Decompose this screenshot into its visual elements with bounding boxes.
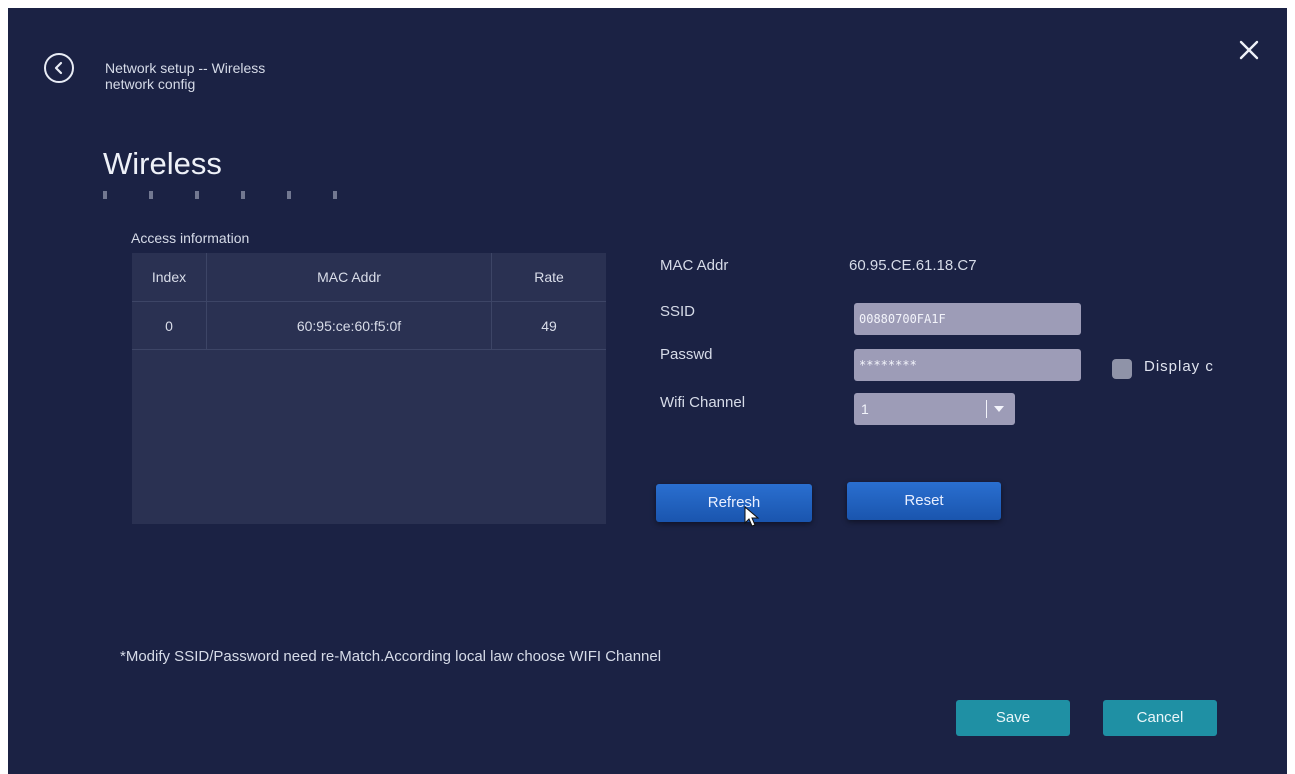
- chevron-left-icon: [54, 61, 63, 75]
- wifi-channel-label: Wifi Channel: [660, 394, 746, 411]
- back-button[interactable]: [44, 53, 74, 83]
- cancel-button[interactable]: Cancel: [1103, 700, 1217, 736]
- reset-button[interactable]: Reset: [847, 482, 1001, 520]
- close-icon: [1239, 40, 1259, 60]
- passwd-label: Passwd: [660, 346, 713, 363]
- cell-mac: 60:95:ce:60:f5:0f: [206, 301, 492, 350]
- refresh-button[interactable]: Refresh: [656, 484, 812, 522]
- cell-index: 0: [132, 301, 207, 350]
- breadcrumb: Network setup -- Wireless network config: [105, 60, 265, 92]
- title-divider: [103, 191, 363, 199]
- wifi-channel-select[interactable]: 1: [854, 393, 1015, 425]
- breadcrumb-line-2: network config: [105, 76, 196, 92]
- mouse-pointer-icon: [744, 506, 760, 527]
- display-password-label: Display c: [1144, 358, 1214, 375]
- column-header-index: Index: [132, 253, 207, 302]
- ssid-label: SSID: [660, 303, 696, 320]
- caret-down-icon: [994, 406, 1004, 412]
- footnote: *Modify SSID/Password need re-Match.Acco…: [120, 648, 662, 665]
- cell-rate: 49: [491, 301, 606, 350]
- wireless-config-window: Network setup -- Wireless network config…: [8, 8, 1287, 774]
- page-title: Wireless: [103, 146, 222, 181]
- access-info-label: Access information: [131, 230, 250, 246]
- save-button[interactable]: Save: [956, 700, 1070, 736]
- wifi-channel-value: 1: [861, 401, 869, 417]
- close-button[interactable]: [1237, 38, 1261, 62]
- select-separator: [986, 400, 987, 418]
- mac-addr-value: 60.95.CE.61.18.C7: [849, 257, 977, 274]
- ssid-input[interactable]: 00880700FA1F: [854, 303, 1081, 335]
- column-header-rate: Rate: [491, 253, 606, 302]
- access-table: Index MAC Addr Rate 0 60:95:ce:60:f5:0f …: [132, 253, 606, 524]
- table-row[interactable]: 0 60:95:ce:60:f5:0f 49: [132, 301, 606, 350]
- table-header-row: Index MAC Addr Rate: [132, 253, 606, 302]
- breadcrumb-line-1: Network setup -- Wireless: [105, 60, 266, 76]
- mac-addr-label: MAC Addr: [660, 257, 729, 274]
- display-password-checkbox[interactable]: [1112, 359, 1132, 379]
- column-header-mac: MAC Addr: [206, 253, 492, 302]
- password-input[interactable]: ********: [854, 349, 1081, 381]
